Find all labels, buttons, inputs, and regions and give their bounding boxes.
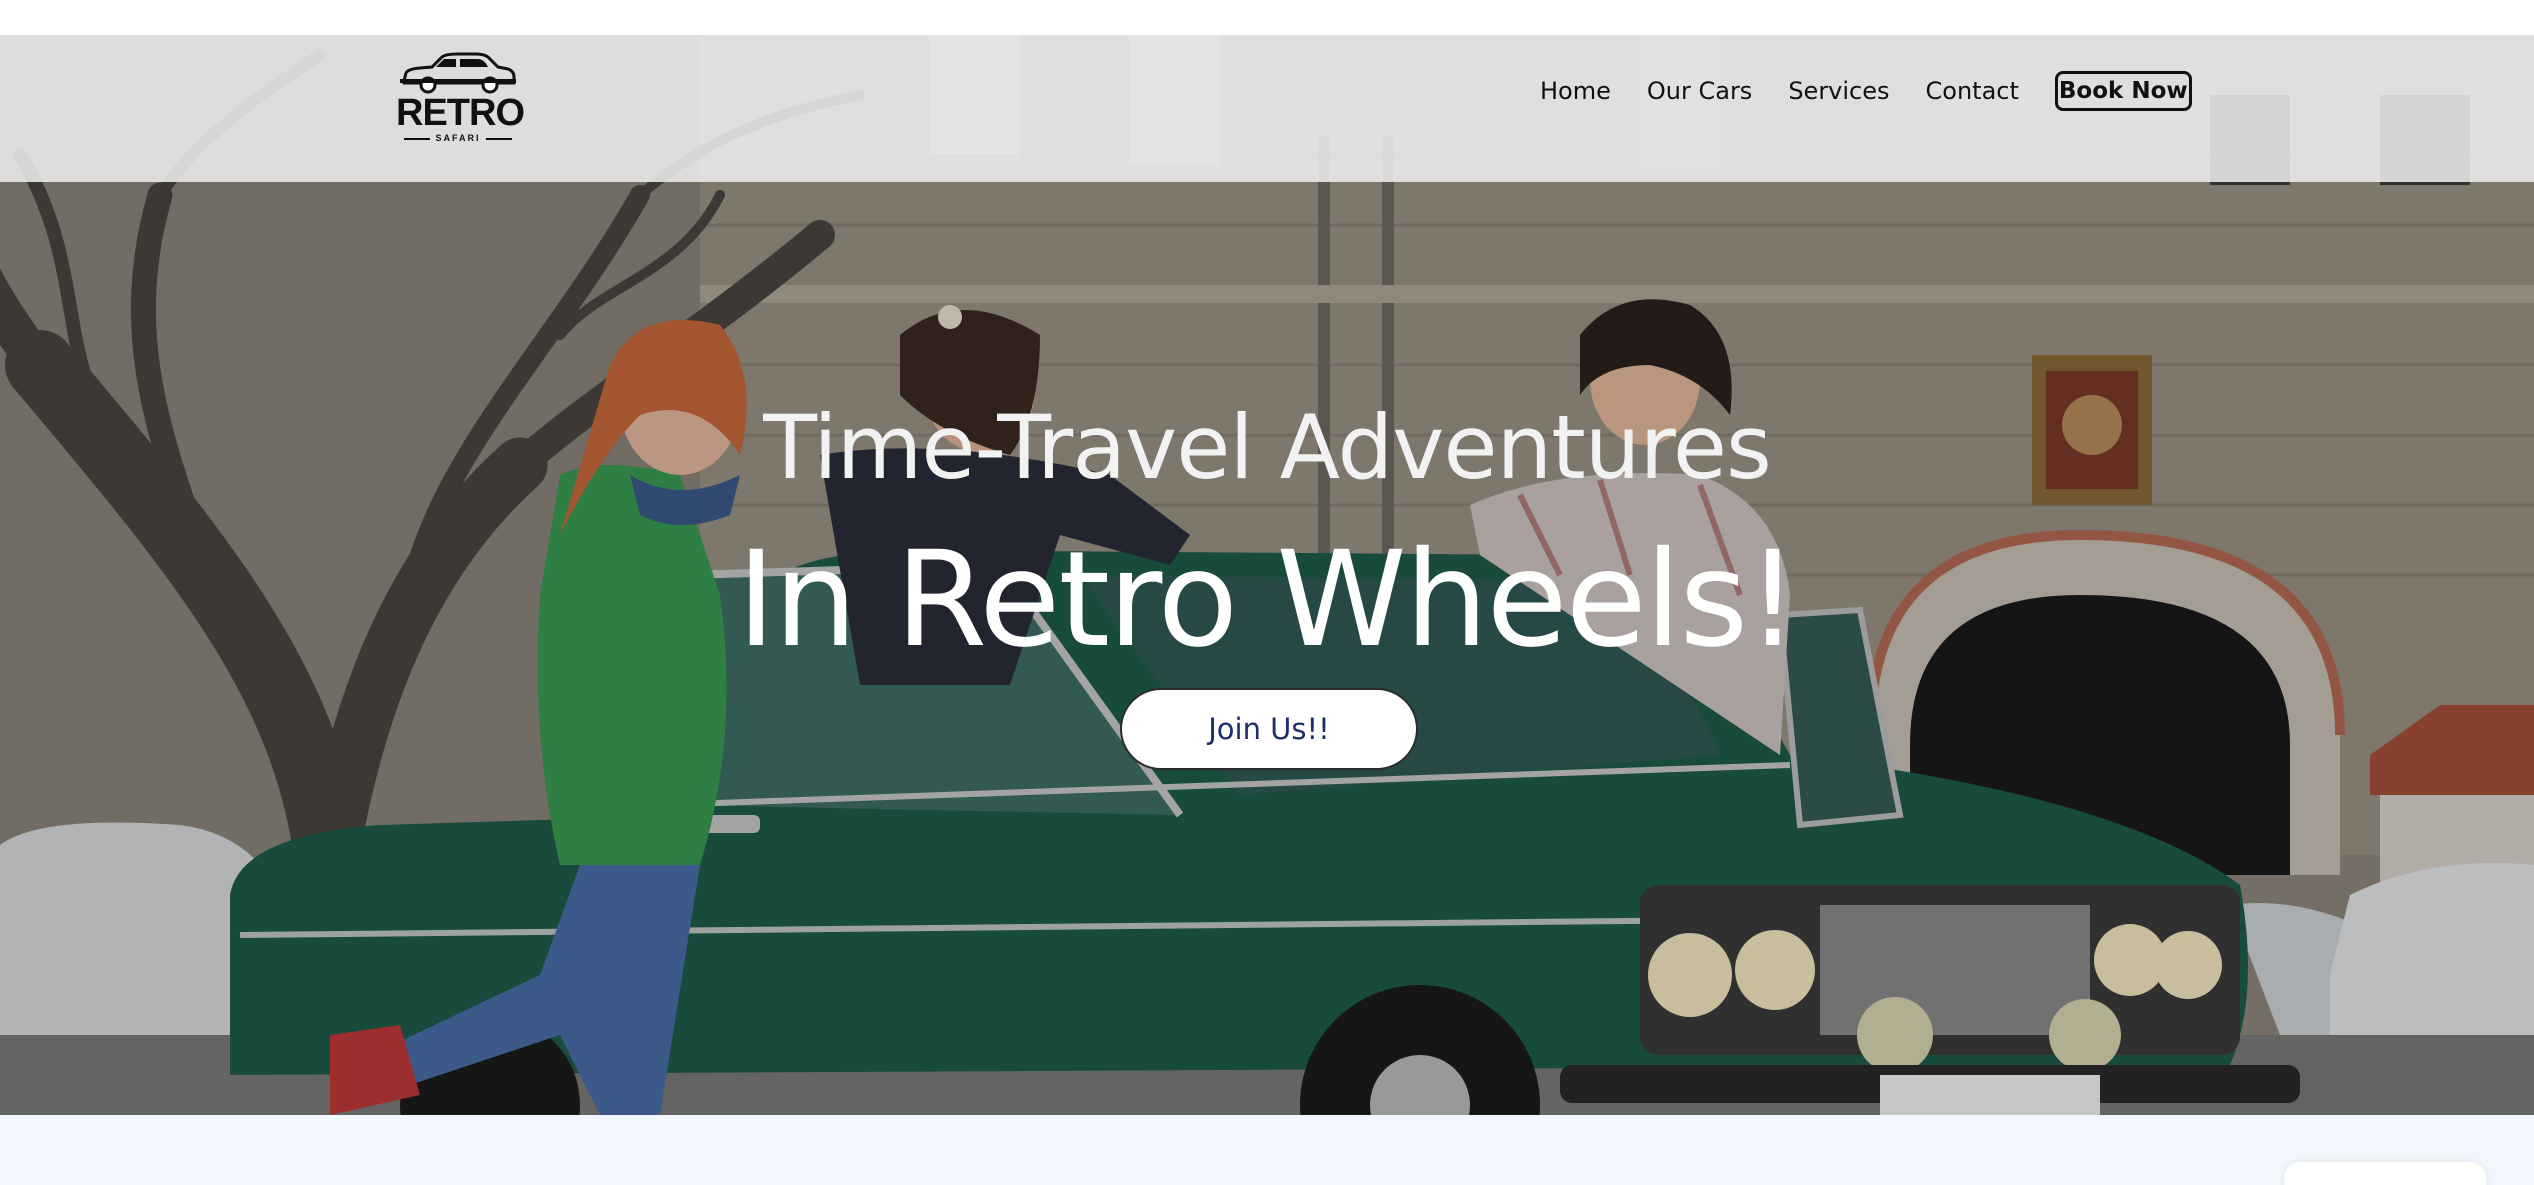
main-nav: Home Our Cars Services Contact Book Now bbox=[1540, 69, 2192, 113]
nav-contact[interactable]: Contact bbox=[1926, 77, 2019, 105]
site-header: RETRO SAFARI Home Our Cars Services Cont… bbox=[0, 35, 2534, 182]
book-now-button[interactable]: Book Now bbox=[2054, 71, 2192, 111]
join-us-button[interactable]: Join Us!! bbox=[1120, 688, 1418, 770]
page: RETRO SAFARI Home Our Cars Services Cont… bbox=[0, 0, 2534, 1185]
logo-rule-right bbox=[486, 138, 512, 140]
nav-our-cars[interactable]: Our Cars bbox=[1647, 77, 1752, 105]
top-strip bbox=[0, 0, 2534, 35]
logo-wordmark: RETRO bbox=[396, 92, 525, 134]
next-section bbox=[0, 1115, 2534, 1185]
retro-car-icon bbox=[400, 52, 516, 94]
nav-services[interactable]: Services bbox=[1788, 77, 1889, 105]
hero-title: In Retro Wheels! bbox=[736, 523, 1799, 677]
retro-safari-logo[interactable]: RETRO SAFARI bbox=[396, 45, 525, 145]
floating-card bbox=[2284, 1162, 2486, 1185]
nav-home[interactable]: Home bbox=[1540, 77, 1611, 105]
hero-subtitle: Time-Travel Adventures bbox=[763, 396, 1772, 499]
